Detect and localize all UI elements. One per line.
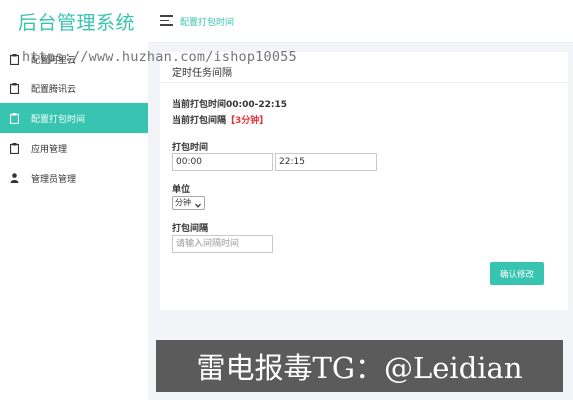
clipboard-icon: [10, 82, 28, 94]
interval-input[interactable]: 请输入间隔时间: [172, 235, 273, 253]
settings-card: 定时任务间隔 当前打包时间00:00-22:15 当前打包间隔【3分钟】 打包时…: [160, 52, 568, 310]
confirm-button[interactable]: 确认修改: [490, 262, 544, 285]
page-title: 配置打包时间: [180, 18, 235, 28]
interval-value: 【3分钟】: [226, 116, 269, 126]
current-pack-interval: 当前打包间隔【3分钟】: [172, 113, 268, 126]
current-pack-time: 当前打包时间00:00-22:15: [172, 100, 288, 110]
overlay-banner: 雷电报毒TG：@Leidian: [156, 340, 563, 392]
sidebar-item-label: 配置打包时间: [31, 114, 86, 125]
app-logo: 后台管理系统: [18, 12, 136, 34]
interval-label: 打包间隔: [172, 224, 209, 234]
chevron-down-icon: [195, 200, 201, 212]
sidebar-item-apps[interactable]: 应用管理: [0, 133, 148, 163]
top-bar: 配置打包时间: [148, 0, 573, 43]
sidebar-item-label: 应用管理: [31, 144, 68, 155]
sidebar-item-label: 配置腾讯云: [31, 84, 77, 95]
unit-selected-value: 分钟: [175, 198, 191, 207]
card-title: 定时任务间隔: [172, 68, 232, 79]
watermark: https://www.huzhan.com/ishop10055: [22, 49, 297, 65]
sidebar-item-admins[interactable]: 管理员管理: [0, 163, 148, 193]
start-time-input[interactable]: 00:00: [172, 153, 273, 171]
clipboard-icon: [10, 112, 28, 124]
clipboard-icon: [10, 142, 28, 154]
sidebar-item-pack-time[interactable]: 配置打包时间: [0, 103, 148, 133]
menu-icon[interactable]: [160, 15, 173, 26]
unit-select[interactable]: 分钟: [172, 196, 205, 210]
unit-label: 单位: [172, 185, 191, 195]
end-time-input[interactable]: 22:15: [275, 153, 377, 171]
divider: [160, 82, 568, 83]
pack-time-label: 打包时间: [172, 143, 209, 153]
sidebar-item-label: 管理员管理: [31, 174, 77, 185]
user-icon: [10, 173, 28, 183]
interval-prefix: 当前打包间隔: [172, 116, 227, 126]
sidebar-item-tencent[interactable]: 配置腾讯云: [0, 73, 148, 103]
